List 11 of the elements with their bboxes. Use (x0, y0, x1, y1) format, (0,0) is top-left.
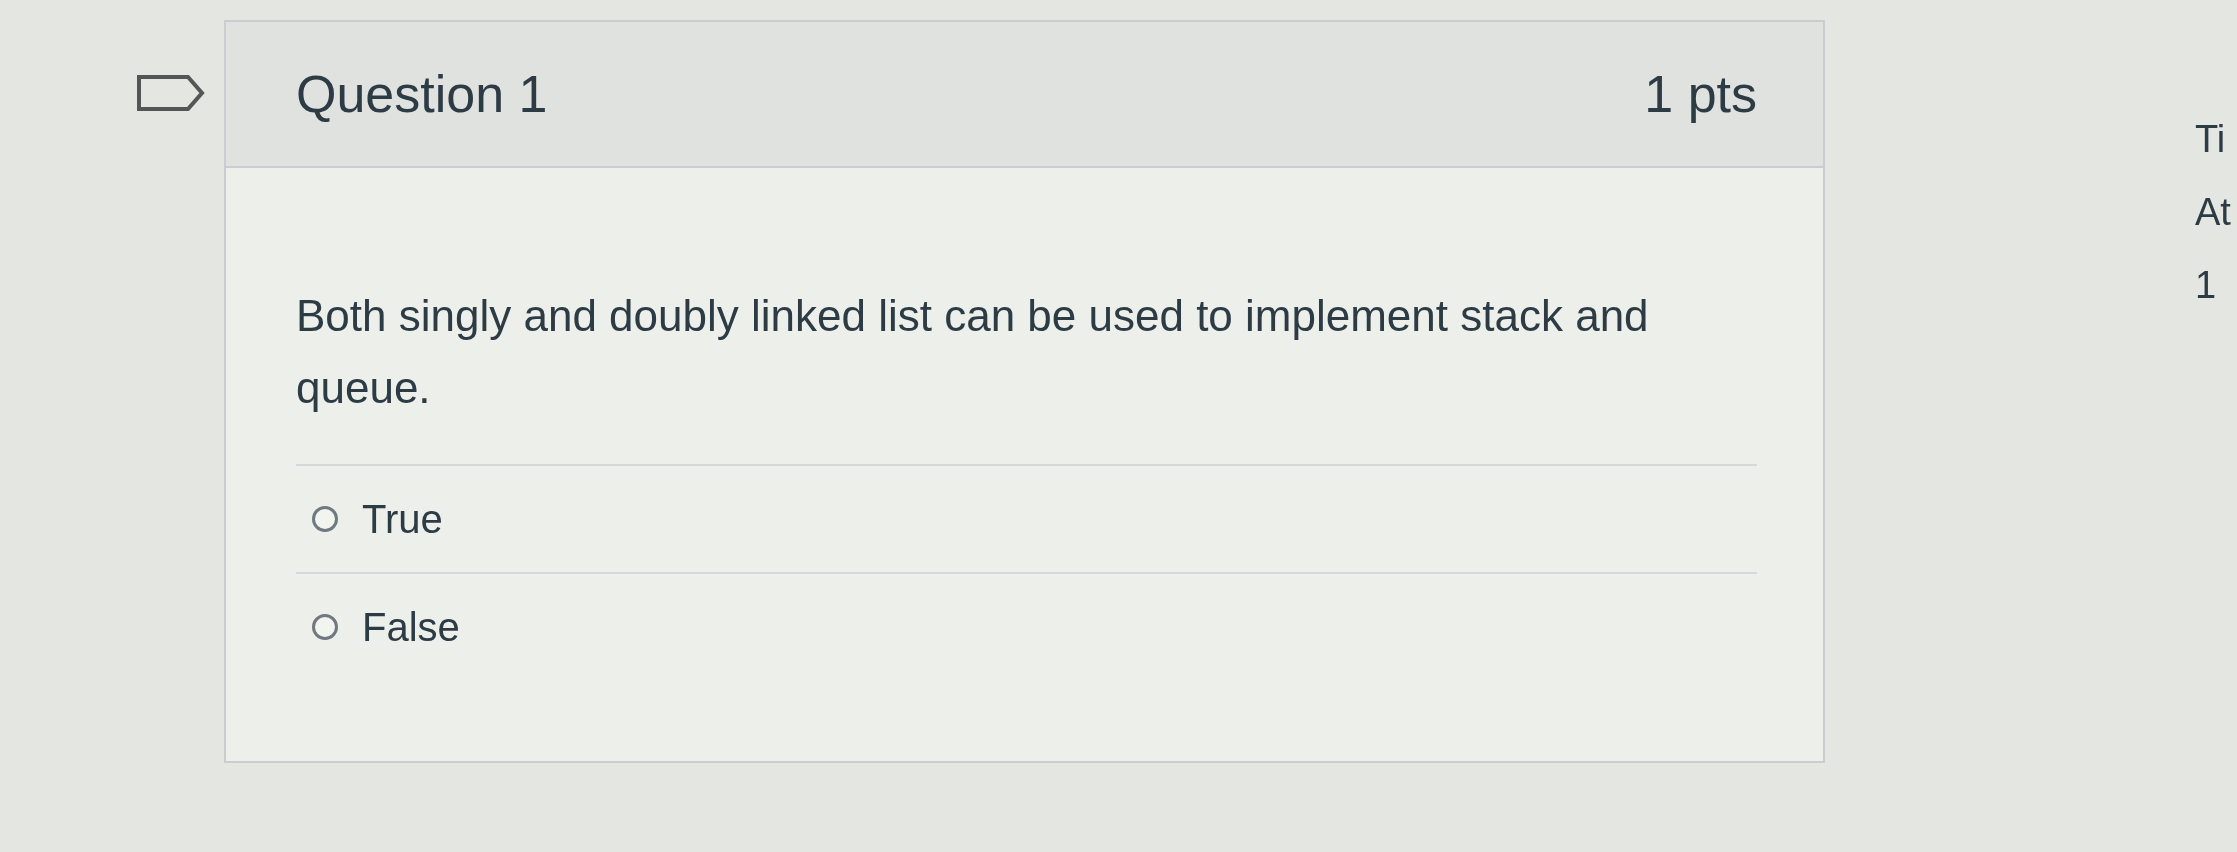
answer-label[interactable]: True (362, 496, 443, 542)
question-title: Question 1 (296, 64, 548, 124)
question-text: Both singly and doubly linked list can be used to implement stack and queue. (296, 290, 1650, 414)
radio-button[interactable] (312, 614, 338, 640)
bookmark-icon[interactable] (136, 74, 206, 112)
sidebar-text: At (2195, 191, 2231, 234)
sidebar-text: 1 (2195, 264, 2218, 307)
radio-button[interactable] (312, 506, 338, 532)
answer-label[interactable]: False (362, 604, 460, 650)
sidebar-text: Ti (2195, 118, 2227, 161)
question-points: 1 pts (1644, 64, 1757, 124)
